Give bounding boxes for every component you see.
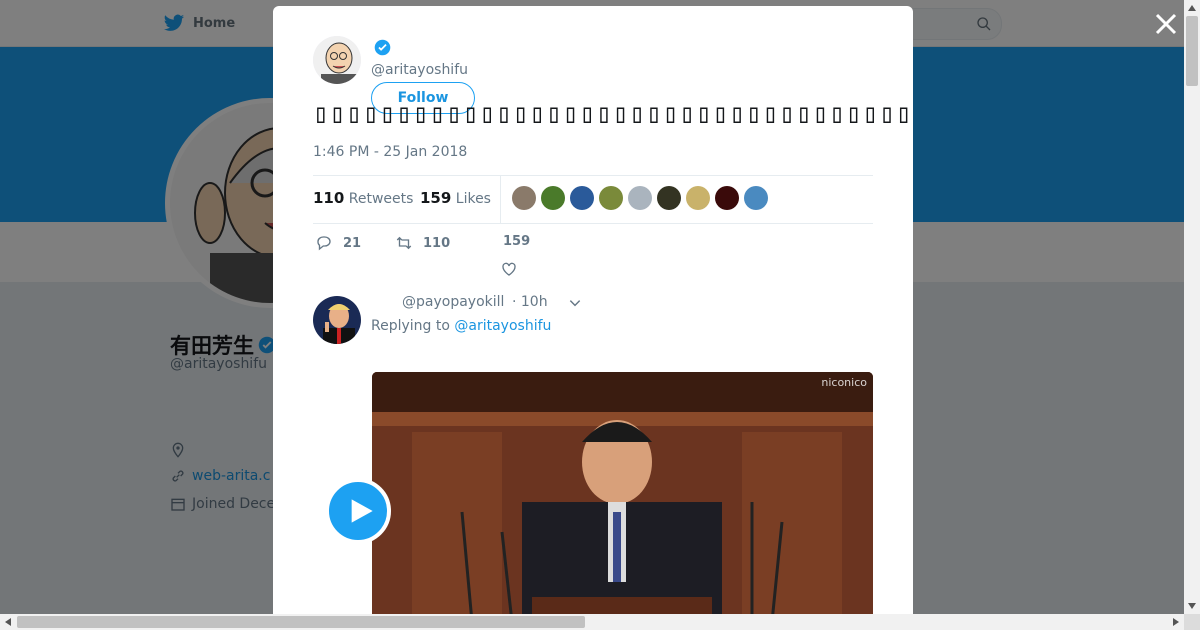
liker-avatar[interactable] <box>512 186 536 210</box>
retweets-stat[interactable]: 110 Retweets <box>313 189 413 207</box>
reply-icon <box>317 236 331 251</box>
tweet-stats: 110 Retweets 159 Likes <box>313 175 873 224</box>
scrollbar-corner <box>1184 614 1200 630</box>
retweets-label: Retweets <box>348 191 414 207</box>
retweet-icon <box>396 236 412 250</box>
scroll-up-arrow-icon[interactable] <box>1187 3 1197 13</box>
horizontal-scrollbar-thumb[interactable] <box>17 616 585 628</box>
liker-avatar[interactable] <box>744 186 768 210</box>
reply-username[interactable]: @payopayokill <box>402 294 504 310</box>
replying-to-link[interactable]: @aritayoshifu <box>454 318 551 334</box>
liker-avatar[interactable] <box>541 186 565 210</box>
video-thumbnail[interactable]: niconico <box>372 372 873 622</box>
liker-avatars <box>512 186 768 210</box>
vertical-scrollbar[interactable] <box>1184 0 1200 614</box>
reply-avatar-photo <box>313 296 361 344</box>
heart-icon[interactable] <box>500 260 518 278</box>
play-icon <box>351 499 373 523</box>
like-count: 159 <box>503 234 531 249</box>
liker-avatar[interactable] <box>686 186 710 210</box>
tweet-timestamp[interactable]: 1:46 PM - 25 Jan 2018 <box>313 144 467 160</box>
reply-avatar[interactable] <box>313 296 361 344</box>
retweets-count: 110 <box>313 189 345 207</box>
liker-avatar[interactable] <box>570 186 594 210</box>
play-button[interactable] <box>325 478 391 544</box>
liker-avatar[interactable] <box>715 186 739 210</box>
scroll-left-arrow-icon[interactable] <box>3 617 13 627</box>
author-avatar[interactable] <box>313 36 361 84</box>
liker-avatar[interactable] <box>657 186 681 210</box>
scroll-down-arrow-icon[interactable] <box>1187 601 1197 611</box>
liker-avatar[interactable] <box>628 186 652 210</box>
author-handle[interactable]: @aritayoshifu <box>371 62 468 78</box>
vertical-scrollbar-thumb[interactable] <box>1186 16 1198 86</box>
close-icon[interactable] <box>1154 12 1178 36</box>
tweet-text: ▯▯▯▯▯▯▯▯▯▯▯▯▯▯▯▯▯▯▯▯▯▯▯▯▯▯▯▯▯▯▯▯▯▯▯▯▯▯▯▯… <box>313 99 913 129</box>
likes-label: Likes <box>455 191 491 207</box>
like-action[interactable]: 159 <box>503 234 530 249</box>
retweet-count: 110 <box>423 235 451 251</box>
liker-avatar[interactable] <box>599 186 623 210</box>
verified-badge-icon <box>374 39 391 56</box>
replying-prefix: Replying to <box>371 318 450 334</box>
scroll-right-arrow-icon[interactable] <box>1171 617 1181 627</box>
reply-action[interactable]: 21 <box>315 234 361 252</box>
video-frame <box>372 372 873 622</box>
video-watermark: niconico <box>821 376 867 389</box>
chevron-down-icon[interactable] <box>568 296 582 310</box>
reply-time[interactable]: · 10h <box>512 294 548 310</box>
retweet-action[interactable]: 110 <box>395 234 450 252</box>
likes-count: 159 <box>420 189 452 207</box>
replying-to: Replying to @aritayoshifu <box>371 318 551 334</box>
reply-count: 21 <box>343 235 362 251</box>
author-avatar-illustration <box>313 36 361 84</box>
stats-divider <box>500 176 501 223</box>
likes-stat[interactable]: 159 Likes <box>420 189 491 207</box>
